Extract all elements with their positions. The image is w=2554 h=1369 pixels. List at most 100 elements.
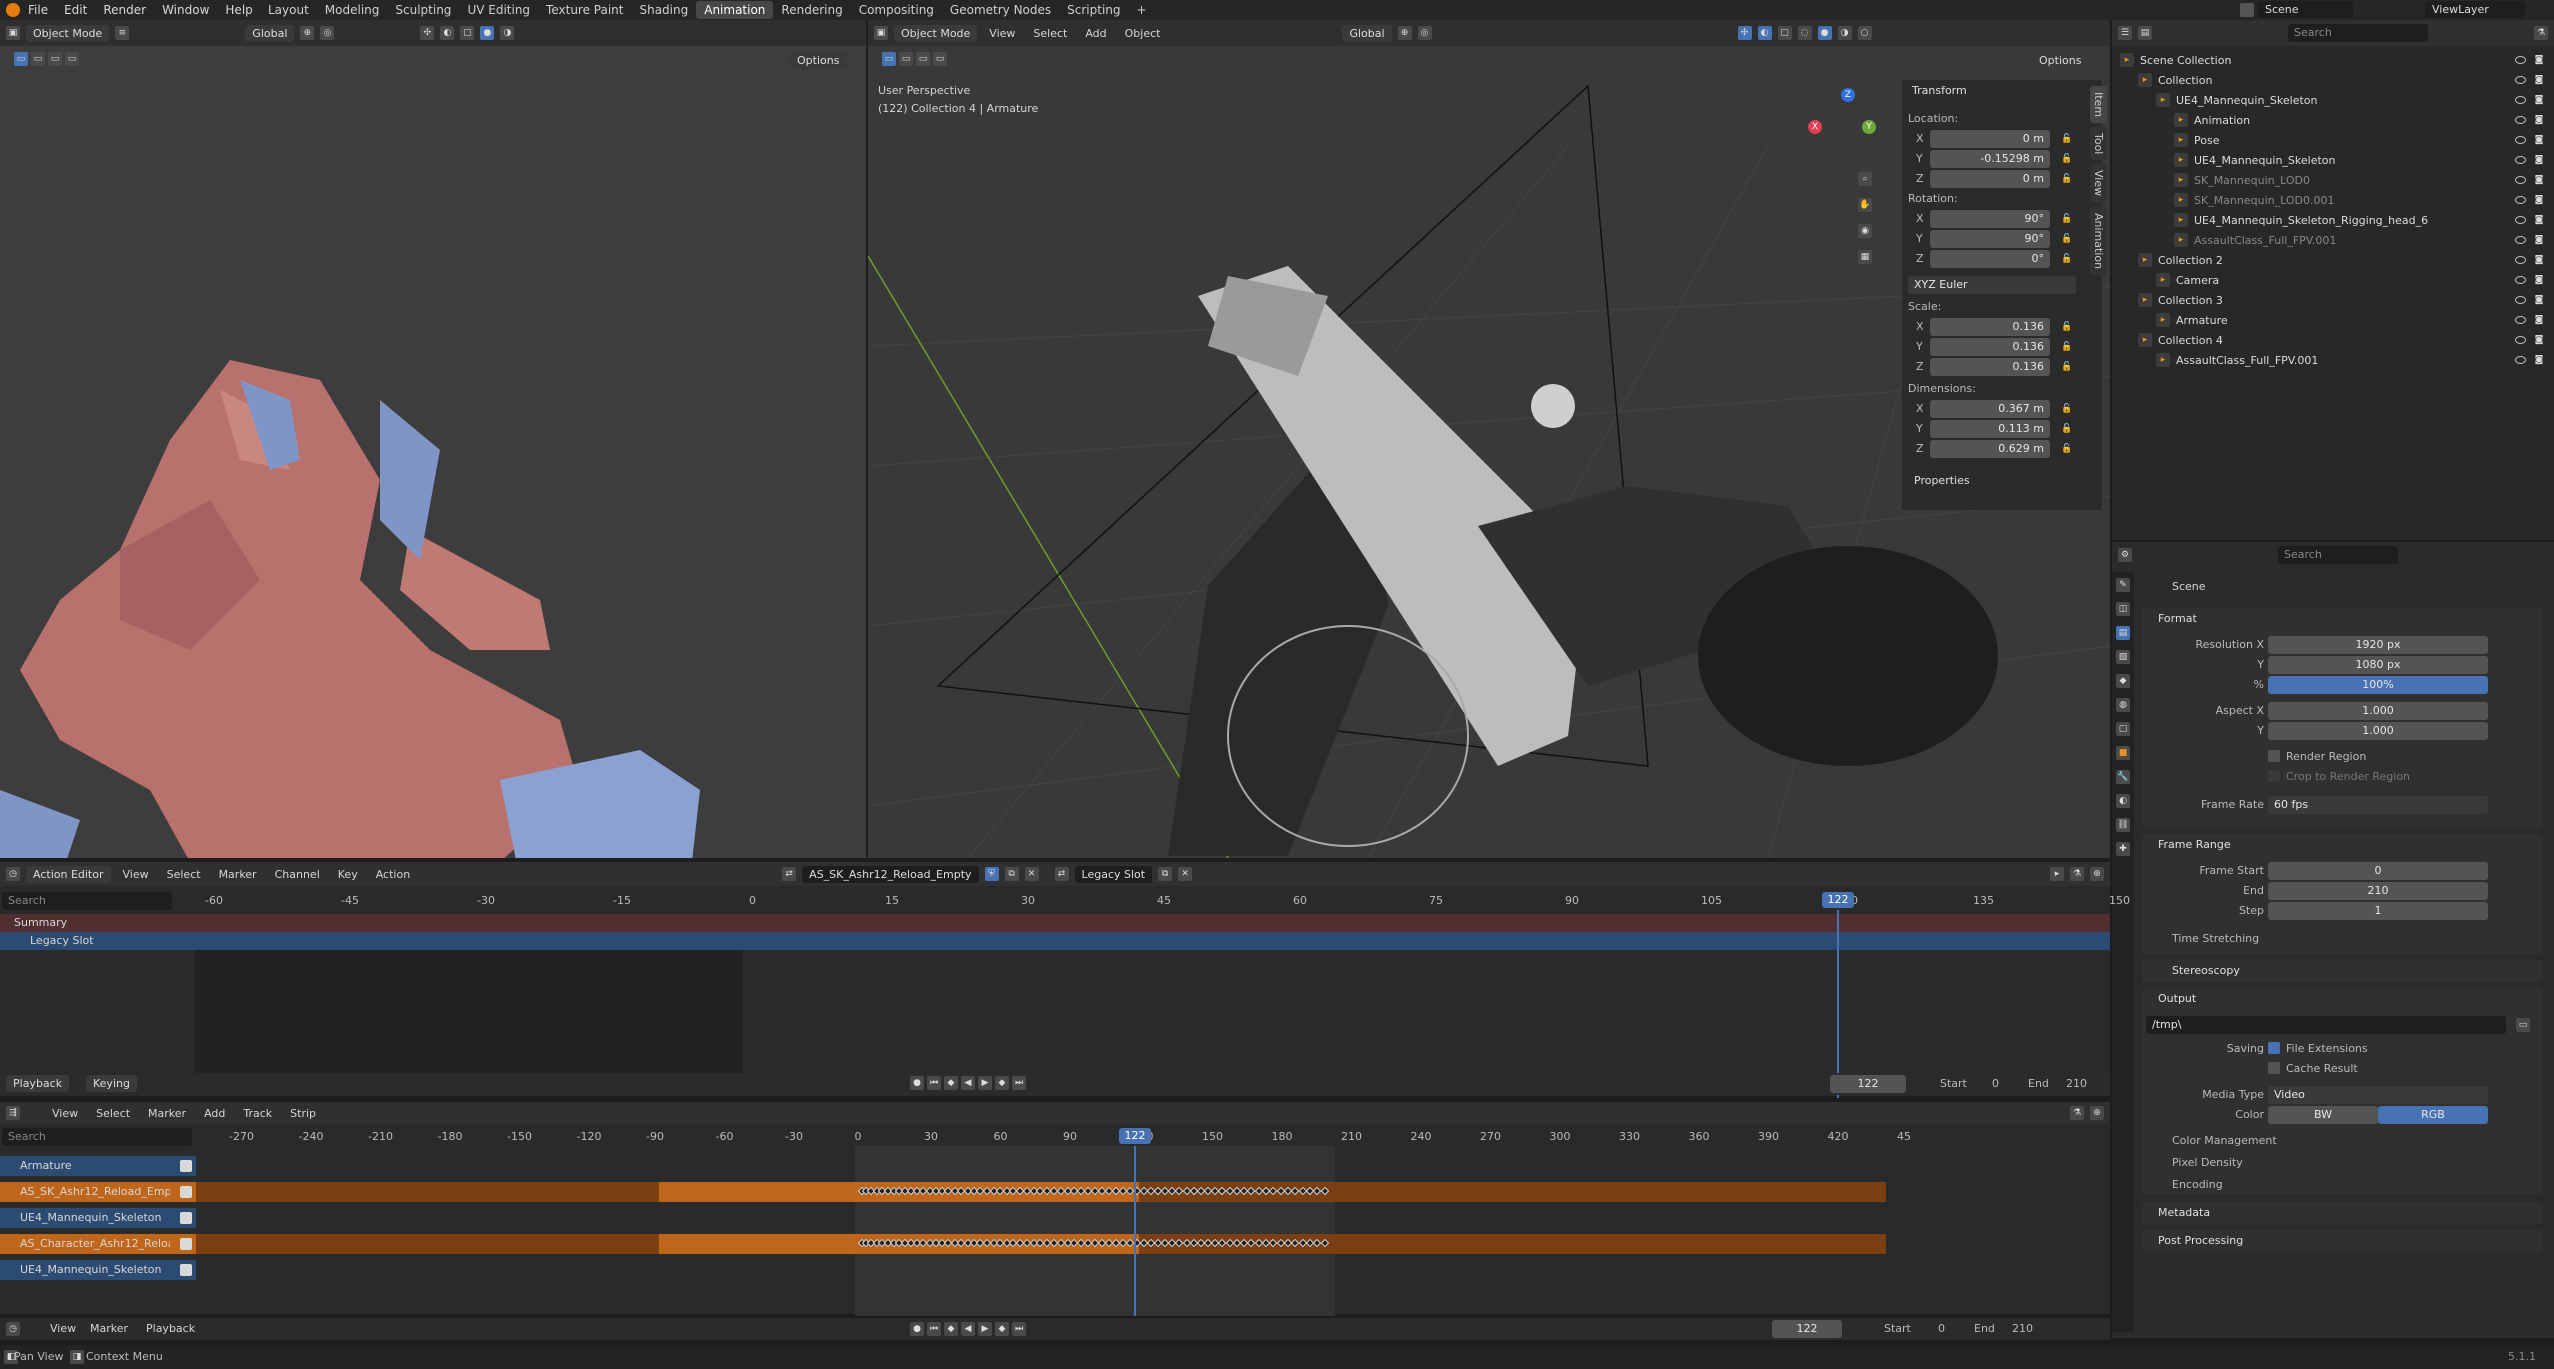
nla-menu-select[interactable]: Select [90,1107,136,1120]
ae-snap-icon[interactable]: ⊕ [2090,867,2104,881]
outliner-item[interactable]: ▸ AssaultClass_Full_FPV.001 ◙ [2112,350,2554,370]
main-orientation-dropdown[interactable]: Global [1342,24,1392,42]
gizmo-icon[interactable]: ✣ [420,26,435,40]
loc-field-z[interactable]: 0 m [1930,170,2050,188]
frame-rate-dropdown[interactable]: 60 fps [2268,796,2488,814]
shading-solid-icon[interactable]: ● [480,26,495,40]
lock-icon[interactable]: 🔓 [2060,212,2074,226]
tl-menu-view[interactable]: View [50,1322,76,1335]
navigation-gizmo[interactable]: Z X Y [1808,88,1888,168]
nla-track-header[interactable]: UE4_Mannequin_Skeleton [0,1260,196,1280]
outliner-item[interactable]: ▸ Animation ◙ [2112,110,2554,130]
outliner-item[interactable]: ▸ Collection 4 ◙ [2112,330,2554,350]
format-header[interactable]: Format [2158,612,2197,625]
record-icon[interactable]: ● [910,1076,924,1090]
ae-legacy-slot-row[interactable]: Legacy Slot [0,932,2110,950]
nla-action-track[interactable]: AS_Character_Ashr12_Reload [0,1234,2110,1254]
lock-icon[interactable]: 🔓 [2060,252,2074,266]
next-key-icon[interactable]: ◆ [995,1076,1009,1090]
color-bw-button[interactable]: BW [2268,1106,2378,1124]
start-value-2[interactable]: 0 [1938,1322,1945,1335]
visibility-eye-icon[interactable] [2515,236,2526,244]
timeline-type-icon[interactable]: ◷ [6,1322,20,1336]
main-editor-type-icon[interactable]: ▣ [874,26,888,40]
outliner-item[interactable]: ▸ Camera ◙ [2112,270,2554,290]
modifier-tab-icon[interactable]: 🔧 [2116,770,2130,784]
nla-track-header[interactable]: AS_Character_Ashr12_Reload [0,1234,196,1254]
workspace-tab-texture-paint[interactable]: Texture Paint [538,1,631,19]
next-key-icon-2[interactable]: ◆ [995,1322,1009,1336]
rotation-mode-dropdown[interactable]: XYZ Euler [1908,276,2076,294]
nla-playhead-label[interactable]: 122 [1119,1128,1151,1144]
color-rgb-button[interactable]: RGB [2378,1106,2488,1124]
main-menu-select[interactable]: Select [1027,27,1073,40]
nla-filter-icon[interactable]: ⚗ [2070,1106,2084,1120]
outliner-item[interactable]: ▸ AssaultClass_Full_FPV.001 ◙ [2112,230,2554,250]
ae-menu-marker[interactable]: Marker [213,868,263,881]
slot-selector[interactable]: Legacy Slot [1074,865,1153,883]
ae-menu-view[interactable]: View [117,868,155,881]
scale-field-z[interactable]: 0.136 [1930,358,2050,376]
outliner-item[interactable]: ▸ UE4_Mannequin_Skeleton ◙ [2112,150,2554,170]
main-shading-wire-icon[interactable]: ◌ [1797,26,1812,40]
hamburger-icon[interactable]: ≡ [115,26,130,40]
physics-tab-icon[interactable]: ◐ [2116,794,2130,808]
encoding-subpanel[interactable]: Encoding [2172,1178,2223,1191]
ae-only-selected-icon[interactable]: ▸ [2050,867,2064,881]
color-management-subpanel[interactable]: Color Management [2172,1134,2277,1147]
render-camera-icon[interactable]: ◙ [2532,153,2546,167]
data-tab-icon[interactable]: ✚ [2116,842,2130,856]
left-tool-select-icons[interactable]: ▭ ▭ ▭ ▭ [14,52,79,66]
scene-tab-icon[interactable]: ◆ [2116,674,2130,688]
editor-type-icon[interactable]: ▣ [6,26,20,40]
visibility-eye-icon[interactable] [2515,196,2526,204]
scene-selector[interactable]: Scene [2258,1,2353,18]
nla-playhead-line[interactable] [1134,1146,1136,1316]
keying-menu[interactable]: Keying [86,1075,137,1092]
main-mode-dropdown[interactable]: Object Mode [894,24,978,42]
visibility-eye-icon[interactable] [2515,256,2526,264]
workspace-tab-animation[interactable]: Animation [696,1,774,19]
render-camera-icon[interactable]: ◙ [2532,313,2546,327]
menu-window[interactable]: Window [154,1,217,19]
ortho-grid-icon[interactable]: ▦ [1858,250,1872,264]
view-layer-selector[interactable]: ViewLayer [2425,1,2525,18]
blender-logo-icon[interactable] [6,3,20,17]
outliner-item[interactable]: ▸ UE4_Mannequin_Skeleton ◙ [2112,90,2554,110]
ae-summary-row[interactable]: Summary [0,914,2110,932]
ae-menu-action[interactable]: Action [370,868,416,881]
proportional-icon[interactable]: ◎ [320,26,335,40]
visibility-eye-icon[interactable] [2515,96,2526,104]
render-camera-icon[interactable]: ◙ [2532,73,2546,87]
menu-render[interactable]: Render [95,1,154,19]
loc-field-x[interactable]: 0 m [1930,130,2050,148]
media-type-dropdown[interactable]: Video [2268,1086,2488,1104]
output-header[interactable]: Output [2158,992,2196,1005]
nla-type-icon[interactable]: ⇶ [6,1106,20,1120]
nla-menu-add[interactable]: Add [198,1107,231,1120]
outliner-item[interactable]: ▸ Scene Collection ◙ [2112,50,2554,70]
end-value-2[interactable]: 210 [2012,1322,2033,1335]
render-camera-icon[interactable]: ◙ [2532,113,2546,127]
main-gizmo-icon[interactable]: ✣ [1737,26,1752,40]
object-tab-icon[interactable]: ■ [2116,746,2130,760]
main-menu-object[interactable]: Object [1119,27,1167,40]
aspect-x-field[interactable]: 1.000 [2268,702,2488,720]
outliner-item[interactable]: ▸ Pose ◙ [2112,130,2554,150]
unlink-slot-icon[interactable]: ✕ [1178,867,1193,881]
scene-icon[interactable] [2240,3,2254,17]
outliner-item[interactable]: ▸ UE4_Mannequin_Skeleton_Rigging_head_6 ◙ [2112,210,2554,230]
main-shading-render-icon[interactable]: ○ [1857,26,1872,40]
nla-menu-track[interactable]: Track [237,1107,278,1120]
main-menu-add[interactable]: Add [1079,27,1112,40]
duplicate-action-icon[interactable]: ⧉ [1004,867,1019,881]
main-viewport[interactable]: ▣ Object Mode View Select Add Object Glo… [866,20,2110,858]
nla-track-checkbox[interactable] [180,1212,192,1224]
transform-header[interactable]: Transform [1912,84,1967,97]
nla-snap-icon[interactable]: ⊕ [2090,1106,2104,1120]
current-frame-field-2[interactable]: 122 [1772,1320,1842,1338]
render-camera-icon[interactable]: ◙ [2532,233,2546,247]
ae-filter-icon[interactable]: ⚗ [2070,867,2084,881]
zoom-icon[interactable]: ⌕ [1858,172,1872,186]
left-mode-dropdown[interactable]: Object Mode [26,24,110,42]
